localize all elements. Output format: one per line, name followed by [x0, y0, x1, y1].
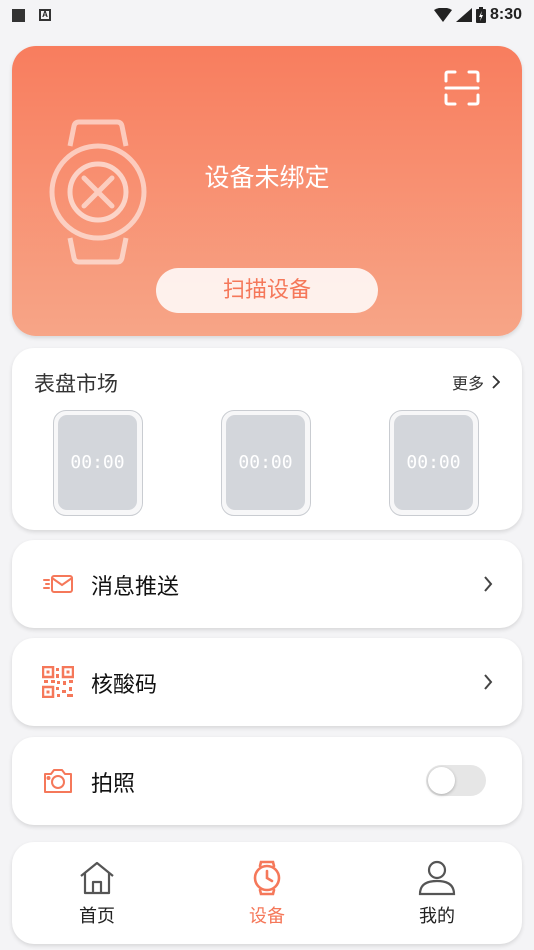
status-indicators: 8:30 [433, 6, 522, 24]
toggle-knob [428, 767, 455, 794]
watch-icon [253, 860, 281, 896]
tab-mine-label: 我的 [419, 906, 455, 927]
notification-square-icon [12, 8, 25, 22]
battery-icon [475, 7, 486, 23]
watch-face-item[interactable]: 00:00 [53, 410, 143, 516]
message-push-label: 消息推送 [91, 575, 180, 600]
tab-mine[interactable]: 我的 [352, 842, 522, 944]
watch-face-time: 00:00 [58, 415, 137, 510]
status-bar: A 8:30 [0, 0, 534, 30]
tab-home[interactable]: 首页 [12, 842, 182, 944]
unbound-watch-icon [49, 119, 147, 265]
camera-toggle[interactable] [426, 765, 486, 796]
tab-home-label: 首页 [79, 906, 115, 927]
nucleic-code-row[interactable]: 核酸码 [12, 638, 522, 726]
watch-face-item[interactable]: 00:00 [389, 410, 479, 516]
signal-icon [455, 8, 472, 22]
chevron-right-icon [484, 576, 493, 592]
more-label: 更多 [451, 374, 484, 393]
device-card: 设备未绑定 扫描设备 [12, 46, 522, 336]
camera-row: 拍照 [12, 737, 522, 825]
nucleic-code-label: 核酸码 [91, 673, 158, 698]
chevron-right-icon [492, 375, 500, 389]
status-time: 8:30 [489, 6, 522, 23]
qr-code-icon [42, 666, 74, 698]
message-push-row[interactable]: 消息推送 [12, 540, 522, 628]
wifi-icon [433, 8, 452, 22]
watch-face-item[interactable]: 00:00 [221, 410, 311, 516]
more-link[interactable]: 更多 [452, 370, 500, 394]
notification-a-icon: A [39, 9, 51, 21]
watch-face-time: 00:00 [394, 415, 473, 510]
scan-icon[interactable] [442, 68, 482, 108]
device-status-text: 设备未绑定 [204, 163, 330, 192]
watch-face-time: 00:00 [226, 415, 305, 510]
envelope-icon [43, 575, 73, 593]
watch-face-market-card: 表盘市场 更多 00:00 00:00 00:00 [12, 348, 522, 530]
camera-icon [44, 769, 72, 793]
tab-device-label: 设备 [249, 906, 285, 927]
scan-device-button[interactable]: 扫描设备 [156, 268, 378, 313]
tab-device[interactable]: 设备 [182, 842, 352, 944]
camera-label: 拍照 [91, 772, 136, 797]
home-icon [80, 861, 114, 895]
market-title: 表盘市场 [34, 372, 118, 396]
bottom-tab-bar: 首页 设备 我的 [12, 842, 522, 944]
user-icon [418, 860, 456, 896]
chevron-right-icon [484, 674, 493, 690]
status-notifications: A [12, 8, 51, 22]
